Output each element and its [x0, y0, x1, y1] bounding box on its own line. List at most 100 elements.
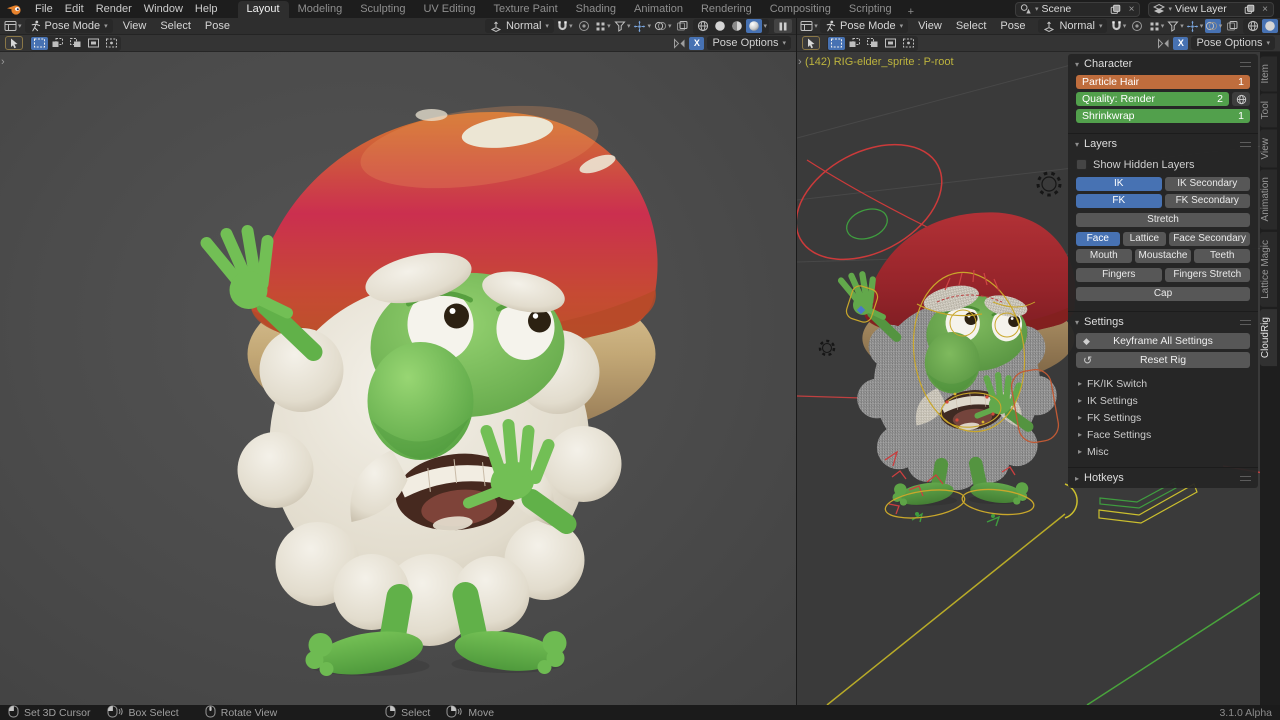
menu-file[interactable]: File	[29, 3, 59, 15]
gizmos-toggle[interactable]: ▾	[633, 19, 651, 33]
workspace-tab-compositing[interactable]: Compositing	[761, 1, 840, 18]
proportional-falloff-dropdown[interactable]: ▾	[1148, 19, 1164, 33]
pose-options-dropdown[interactable]: Pose Options▾	[1191, 36, 1275, 50]
layer-button-teeth[interactable]: Teeth	[1194, 249, 1250, 263]
menu-help[interactable]: Help	[189, 3, 224, 15]
xray-toggle[interactable]	[674, 19, 690, 33]
sidebar-tab-lattice-magic[interactable]: Lattice Magic	[1260, 232, 1277, 307]
character-section-header[interactable]: ▾ Character	[1068, 54, 1258, 74]
snap-toggle[interactable]: ▾	[1110, 19, 1126, 33]
reset-rig-button[interactable]: ↺ Reset Rig	[1076, 352, 1250, 368]
workspace-add-button[interactable]: +	[901, 6, 921, 18]
viewport-canvas-right[interactable]: › (142) RIG-elder_sprite : P-root	[797, 52, 1280, 705]
layer-button-ik[interactable]: IK	[1076, 177, 1162, 191]
workspace-tab-animation[interactable]: Animation	[625, 1, 692, 18]
panel-grip-icon[interactable]	[1240, 142, 1251, 147]
snap-toggle[interactable]: ▾	[557, 19, 573, 33]
transform-orientation-selector[interactable]: Normal▾	[485, 19, 554, 33]
sidebar-tab-item[interactable]: Item	[1260, 56, 1277, 91]
rig-slider-particle-hair[interactable]: Particle Hair1	[1076, 75, 1250, 89]
select-mode-intersect-button[interactable]	[103, 37, 120, 50]
panel-grip-icon[interactable]	[1240, 476, 1251, 481]
viewport-menu-view[interactable]: View	[911, 20, 949, 32]
pose-options-dropdown[interactable]: Pose Options▾	[707, 36, 791, 50]
viewport-menu-select[interactable]: Select	[949, 20, 994, 32]
viewport-menu-pose[interactable]: Pose	[198, 20, 237, 32]
layer-button-mouth[interactable]: Mouth	[1076, 249, 1132, 263]
overlays-toggle[interactable]: ▾	[654, 19, 672, 33]
layer-button-cap[interactable]: Cap	[1076, 287, 1250, 301]
workspace-tab-sculpting[interactable]: Sculpting	[351, 1, 414, 18]
select-mode-subtract-button[interactable]	[67, 37, 84, 50]
workspace-tab-modeling[interactable]: Modeling	[289, 1, 352, 18]
toolbar-expand-arrow[interactable]: ›	[1, 56, 5, 68]
layer-button-ik-secondary[interactable]: IK Secondary	[1165, 177, 1251, 191]
viewport-menu-view[interactable]: View	[116, 20, 154, 32]
gizmos-toggle[interactable]: ▾	[1186, 19, 1202, 33]
new-scene-icon[interactable]	[1108, 3, 1122, 16]
layer-button-fk[interactable]: FK	[1076, 194, 1162, 208]
layer-button-stretch[interactable]: Stretch	[1076, 213, 1250, 227]
layer-button-face[interactable]: Face	[1076, 232, 1120, 246]
show-hidden-layers-checkbox[interactable]	[1076, 159, 1087, 170]
scene-name[interactable]: Scene	[1041, 3, 1105, 15]
select-mode-subtract-button[interactable]	[864, 37, 881, 50]
mirror-x-toggle[interactable]: X	[689, 37, 704, 50]
shading-material-button[interactable]	[729, 19, 745, 33]
settings-section-header[interactable]: ▾ Settings	[1068, 312, 1258, 332]
editor-type-button[interactable]: ▾	[4, 19, 22, 33]
proportional-falloff-dropdown[interactable]: ▾	[595, 19, 611, 33]
proportional-edit-toggle[interactable]	[1129, 19, 1145, 33]
layer-button-fingers-stretch[interactable]: Fingers Stretch	[1165, 268, 1251, 282]
select-mode-new-button[interactable]	[828, 37, 845, 50]
xray-toggle[interactable]	[1224, 19, 1240, 33]
viewport-menu-select[interactable]: Select	[153, 20, 198, 32]
viewport-canvas-left[interactable]: ›	[0, 52, 796, 705]
layer-button-moustache[interactable]: Moustache	[1135, 249, 1192, 263]
workspace-tab-rendering[interactable]: Rendering	[692, 1, 761, 18]
mirror-x-toggle[interactable]: X	[1173, 37, 1188, 50]
subpanel-fk-settings[interactable]: ▸FK Settings	[1076, 409, 1250, 426]
blender-logo-icon[interactable]	[6, 3, 23, 16]
sidebar-tab-animation[interactable]: Animation	[1260, 169, 1277, 229]
sidebar-tab-cloudrig[interactable]: CloudRig	[1260, 309, 1277, 366]
layer-button-fk-secondary[interactable]: FK Secondary	[1165, 194, 1251, 208]
toolbar-expand-arrow[interactable]: ›	[798, 56, 802, 68]
proportional-edit-toggle[interactable]	[576, 19, 592, 33]
view-layer-name[interactable]: View Layer	[1175, 3, 1239, 15]
layer-button-fingers[interactable]: Fingers	[1076, 268, 1162, 282]
visibility-filter-button[interactable]: ▾	[1167, 19, 1183, 33]
layer-button-face-secondary[interactable]: Face Secondary	[1169, 232, 1250, 246]
menu-window[interactable]: Window	[138, 3, 189, 15]
viewport-menu-pose[interactable]: Pose	[993, 20, 1032, 32]
new-view-layer-icon[interactable]	[1242, 3, 1256, 16]
subpanel-misc[interactable]: ▸Misc	[1076, 443, 1250, 460]
select-mode-invert-button[interactable]	[85, 37, 102, 50]
layer-button-lattice[interactable]: Lattice	[1123, 232, 1167, 246]
select-mode-intersect-button[interactable]	[900, 37, 917, 50]
shading-wireframe-button[interactable]	[695, 19, 711, 33]
unlink-scene-icon[interactable]: ×	[1125, 4, 1137, 15]
workspace-tab-shading[interactable]: Shading	[567, 1, 625, 18]
select-mode-extend-button[interactable]	[49, 37, 66, 50]
workspace-tab-layout[interactable]: Layout	[238, 1, 289, 18]
layers-section-header[interactable]: ▾ Layers	[1068, 134, 1258, 154]
tweak-tool-button[interactable]	[5, 36, 23, 50]
pause-render-button[interactable]	[774, 19, 792, 33]
editor-type-button[interactable]: ▾	[801, 19, 817, 33]
view-layer-selector[interactable]: ▾ View Layer ×	[1148, 2, 1274, 17]
rig-slider-quality-render[interactable]: Quality: Render2	[1076, 92, 1229, 106]
pose-mirror-icon[interactable]	[1157, 38, 1170, 49]
keyframe-all-settings-button[interactable]: ◆ Keyframe All Settings	[1076, 333, 1250, 349]
tweak-tool-button[interactable]	[802, 36, 820, 50]
workspace-tab-uv-editing[interactable]: UV Editing	[414, 1, 484, 18]
shading-rendered-button[interactable]	[746, 19, 762, 33]
menu-edit[interactable]: Edit	[59, 3, 90, 15]
select-mode-extend-button[interactable]	[846, 37, 863, 50]
subpanel-face-settings[interactable]: ▸Face Settings	[1076, 426, 1250, 443]
workspace-tab-scripting[interactable]: Scripting	[840, 1, 901, 18]
workspace-tab-texture-paint[interactable]: Texture Paint	[484, 1, 566, 18]
transform-orientation-selector[interactable]: Normal▾	[1038, 19, 1107, 33]
menu-render[interactable]: Render	[90, 3, 138, 15]
world-icon[interactable]	[1232, 92, 1250, 106]
